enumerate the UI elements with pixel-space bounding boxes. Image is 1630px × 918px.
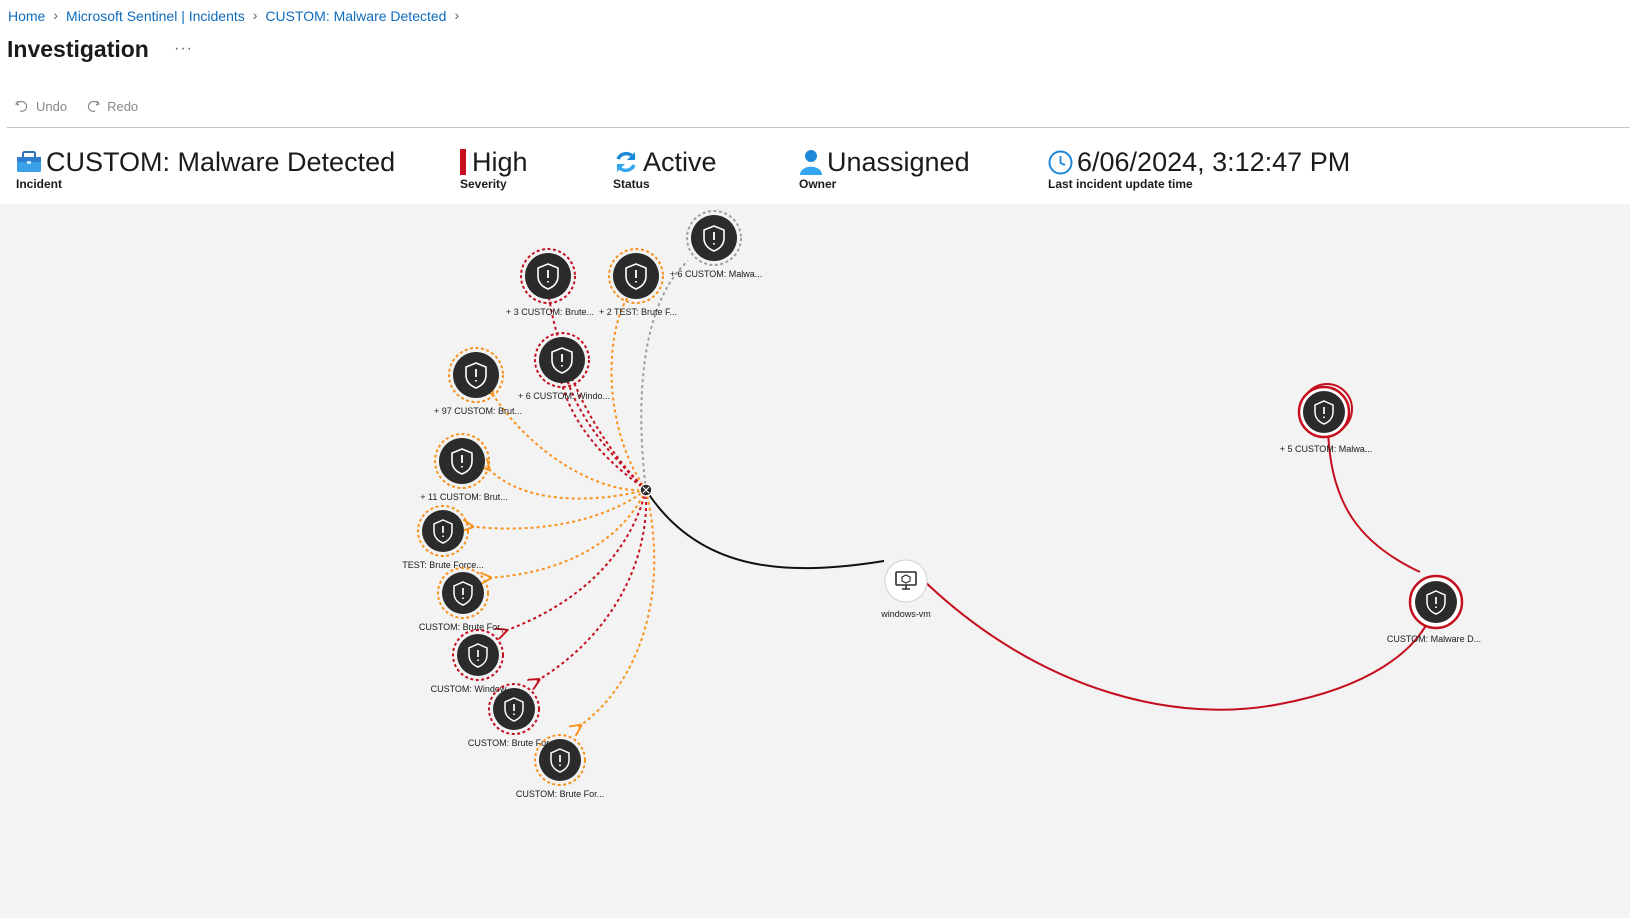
alert-node-label: CUSTOM: Brute For... [419, 622, 507, 632]
alert-node-label: + 3 CUSTOM: Brute... [506, 307, 594, 317]
alert-node-label: CUSTOM: Window... [431, 684, 514, 694]
more-options-button[interactable]: ··· [174, 40, 193, 58]
summary-owner: Unassigned Owner [799, 146, 970, 191]
graph-edges [468, 260, 1437, 728]
toolbar: Undo Redo [14, 98, 138, 114]
host-node[interactable]: windows-vm [880, 559, 931, 619]
alert-node-label: + 6 CUSTOM: Windo... [518, 391, 610, 401]
chevron-right-icon: › [53, 7, 59, 23]
incident-title: CUSTOM: Malware Detected [46, 147, 396, 177]
summary-severity: High Severity [460, 146, 528, 191]
redo-button[interactable]: Redo [85, 98, 138, 114]
severity-bar-icon [460, 149, 466, 175]
alert-node-label: CUSTOM: Brute For... [516, 789, 604, 799]
host-node-label: windows-vm [880, 609, 931, 619]
breadcrumb-home[interactable]: Home [8, 8, 45, 24]
updated-value: 6/06/2024, 3:12:47 PM [1077, 147, 1351, 177]
redo-icon [87, 100, 101, 112]
severity-value: High [472, 147, 528, 177]
edge[interactable] [577, 489, 656, 728]
investigation-graph: + 6 CUSTOM: Malwa... + 3 CUSTOM: Brute..… [402, 210, 1481, 799]
undo-label: Undo [36, 98, 68, 114]
clock-icon [1048, 150, 1073, 174]
alert-node[interactable]: + 3 CUSTOM: Brute... [506, 248, 594, 317]
breadcrumb-sentinel-incidents[interactable]: Microsoft Sentinel | Incidents [66, 8, 245, 24]
summary-status: Active Status [613, 146, 717, 191]
person-icon [800, 150, 822, 175]
alert-node[interactable]: TEST: Brute Force... [402, 505, 484, 570]
alert-node-label: + 11 CUSTOM: Brut... [420, 492, 507, 502]
alert-node[interactable]: + 2 TEST: Brute F... [599, 248, 677, 317]
undo-icon [15, 100, 28, 112]
alert-node-label: + 5 CUSTOM: Malwa... [1280, 444, 1373, 454]
alert-node[interactable]: + 5 CUSTOM: Malwa... [1280, 383, 1373, 454]
investigation-graph-canvas[interactable]: + 6 CUSTOM: Malwa... + 3 CUSTOM: Brute..… [0, 204, 1630, 918]
edge[interactable] [645, 489, 885, 570]
alert-node-label: CUSTOM: Brute For... [468, 738, 556, 748]
edge[interactable] [486, 489, 647, 578]
alert-node-label: CUSTOM: Malware D... [1387, 634, 1481, 644]
edge[interactable] [610, 290, 647, 491]
edge[interactable] [919, 576, 1437, 711]
updated-label: Last incident update time [1048, 177, 1193, 191]
undo-button[interactable]: Undo [14, 98, 67, 114]
briefcase-icon [17, 151, 41, 172]
status-label: Status [613, 177, 650, 191]
incident-label: Incident [16, 177, 63, 191]
alert-node[interactable]: CUSTOM: Window... [431, 629, 514, 694]
incident-summary: CUSTOM: Malware Detected Incident High S… [0, 146, 1630, 202]
alert-node[interactable]: CUSTOM: Malware D... [1387, 574, 1481, 644]
owner-label: Owner [799, 177, 837, 191]
edge[interactable] [502, 489, 647, 632]
alert-node[interactable]: + 6 CUSTOM: Malwa... [670, 210, 763, 279]
breadcrumb-incident[interactable]: CUSTOM: Malware Detected [265, 8, 446, 24]
alert-node-label: + 2 TEST: Brute F... [599, 307, 677, 317]
alert-node[interactable]: + 6 CUSTOM: Windo... [518, 332, 610, 401]
owner-value: Unassigned [827, 147, 970, 177]
alert-node-label: + 6 CUSTOM: Malwa... [670, 269, 763, 279]
refresh-icon [616, 151, 636, 173]
alert-node[interactable]: CUSTOM: Brute For... [419, 567, 507, 632]
status-value: Active [643, 147, 717, 177]
severity-label: Severity [460, 177, 507, 191]
breadcrumb: Home › Microsoft Sentinel | Incidents › … [8, 7, 467, 24]
alert-node-label: + 97 CUSTOM: Brut... [434, 406, 522, 416]
page-title: Investigation [7, 36, 149, 62]
chevron-right-icon: › [252, 7, 258, 23]
alert-node[interactable]: + 11 CUSTOM: Brut... [420, 433, 508, 502]
chevron-right-icon: › [454, 7, 460, 23]
summary-updated: 6/06/2024, 3:12:47 PM Last incident upda… [1048, 146, 1350, 191]
toolbar-divider [7, 127, 1630, 128]
alert-node[interactable]: + 97 CUSTOM: Brut... [434, 347, 522, 416]
edge[interactable] [535, 489, 648, 682]
alert-node-label: TEST: Brute Force... [402, 560, 484, 570]
entity-group-hub[interactable] [639, 483, 653, 497]
summary-incident: CUSTOM: Malware Detected Incident [16, 146, 395, 191]
redo-label: Redo [107, 98, 139, 114]
